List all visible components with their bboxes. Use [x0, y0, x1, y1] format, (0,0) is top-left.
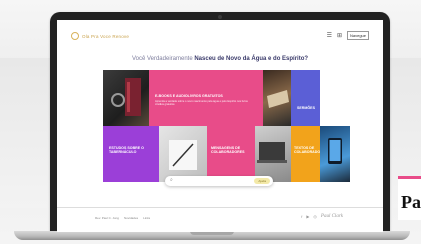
- logo-text: Ola Pra Voce Renove: [82, 33, 130, 39]
- footer-link-links[interactable]: Links: [143, 216, 150, 220]
- search-bar[interactable]: ⌕ Ajuda: [165, 176, 273, 186]
- footer-links: Rev. Paul C. Jong Novidades Links: [95, 216, 150, 220]
- laptop-screen: Ola Pra Voce Renove ☰ ⊞ Navegue Você Ver…: [57, 20, 383, 232]
- site-logo[interactable]: Ola Pra Voce Renove: [71, 32, 129, 40]
- tile-photo-books: [103, 70, 149, 126]
- headline-bold: Nasceu de Novo da Água e do Espírito?: [194, 56, 309, 62]
- tile-texts-label: TEXTOS DE COLABORADORES: [294, 146, 320, 155]
- tile-photo-phone: [320, 126, 350, 182]
- navigate-button[interactable]: Navegue: [346, 31, 369, 40]
- pen-icon: [169, 140, 197, 170]
- laptop-icon: [257, 142, 287, 163]
- tile-ebooks-sub: Aprenda a verdade sobre o novo nasciment…: [155, 100, 248, 107]
- site-footer: Rev. Paul C. Jong Novidades Links f ▶ ◎ …: [57, 207, 383, 232]
- youtube-icon[interactable]: ▶: [306, 214, 309, 219]
- tile-texts[interactable]: TEXTOS DE COLABORADORES: [291, 126, 320, 182]
- menu-icon[interactable]: ☰: [327, 33, 332, 39]
- tile-sermons-label: SERMÕES: [297, 106, 315, 110]
- tile-sermons[interactable]: SERMÕES: [291, 70, 320, 126]
- facebook-icon[interactable]: f: [301, 214, 302, 219]
- footer-signature: Paul Clark: [320, 214, 343, 219]
- tile-messages[interactable]: MENSAGENS DE COLABORADORES: [207, 126, 255, 182]
- top-nav: ☰ ⊞ Navegue: [327, 31, 369, 40]
- cart-icon[interactable]: ⊞: [337, 33, 342, 39]
- book-icon: [267, 90, 289, 108]
- category-grid: E-BOOKS E AUDIOLIVROS GRATUITOS Aprenda …: [103, 70, 320, 182]
- headphones-icon: [111, 78, 141, 116]
- tile-photo-pen: [159, 126, 207, 182]
- tile-ebooks[interactable]: E-BOOKS E AUDIOLIVROS GRATUITOS Aprenda …: [149, 70, 263, 126]
- tile-ebooks-label: E-BOOKS E AUDIOLIVROS GRATUITOS: [155, 94, 223, 98]
- camera-icon: [218, 15, 222, 19]
- instagram-icon[interactable]: ◎: [313, 214, 317, 219]
- search-button[interactable]: Ajuda: [254, 178, 270, 184]
- background-title-fragment: Pa: [401, 192, 421, 212]
- background-accent-bar: [398, 176, 421, 179]
- phone-icon: [328, 138, 342, 164]
- footer-social: f ▶ ◎ Paul Clark: [301, 214, 343, 219]
- tile-tabernacle[interactable]: ESTUDOS SOBRE O TABERNÁCULO: [103, 126, 159, 182]
- tile-tabernacle-label: ESTUDOS SOBRE O TABERNÁCULO: [109, 146, 144, 155]
- headline-light: Você Verdadeiramente: [131, 56, 195, 62]
- page-headline: Você Verdadeiramente Nasceu de Novo da Á…: [57, 56, 383, 62]
- tile-messages-label: MENSAGENS DE COLABORADORES: [211, 146, 245, 155]
- search-icon: ⌕: [170, 177, 173, 183]
- tile-photo-laptop: [255, 126, 291, 182]
- footer-link-author[interactable]: Rev. Paul C. Jong: [95, 216, 119, 220]
- tile-photo-reading: [263, 70, 291, 126]
- logo-mark-icon: [71, 32, 79, 40]
- footer-link-news[interactable]: Novidades: [124, 216, 138, 220]
